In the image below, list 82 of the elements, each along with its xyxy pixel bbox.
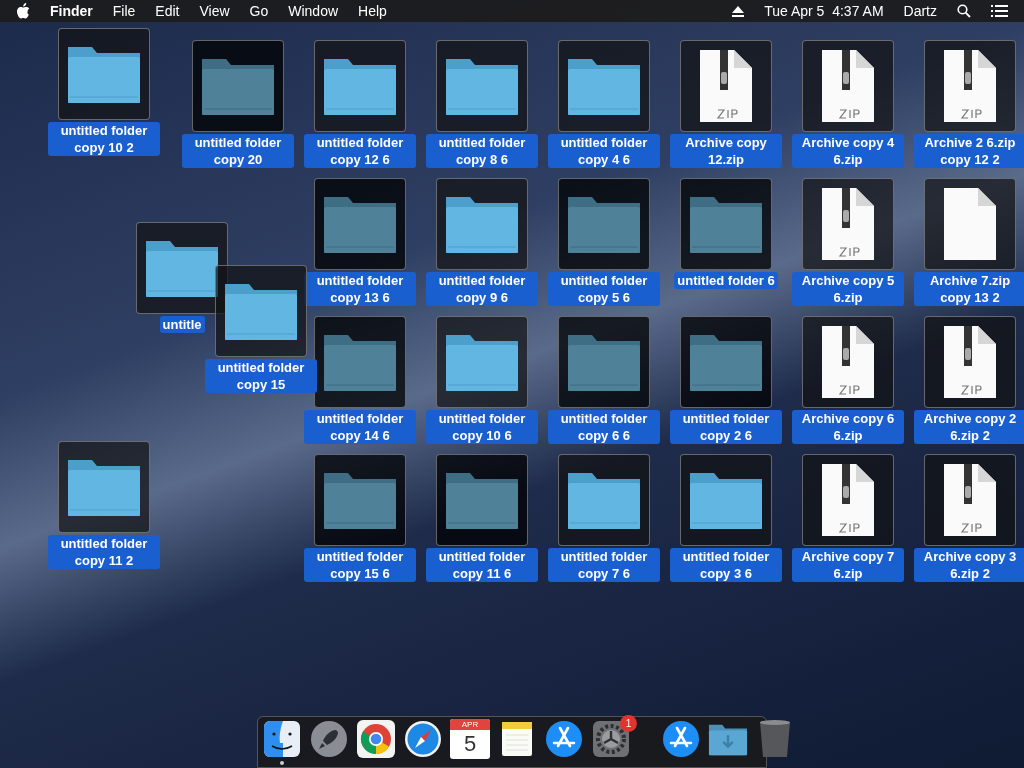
file-name-label[interactable]: untitled folder copy 11 6 xyxy=(426,548,538,582)
folder-icon[interactable] xyxy=(436,454,528,546)
folder-icon[interactable] xyxy=(314,454,406,546)
file-name-label[interactable]: untitled folder copy 2 6 xyxy=(670,410,782,444)
folder-icon[interactable] xyxy=(436,40,528,132)
eject-icon[interactable] xyxy=(732,5,745,17)
folder-icon[interactable] xyxy=(558,316,650,408)
menu-item[interactable]: Window xyxy=(288,0,339,22)
app-menu[interactable]: Finder xyxy=(50,0,93,22)
rocket-icon[interactable] xyxy=(309,719,349,759)
finder-icon[interactable] xyxy=(262,719,302,759)
folder-icon[interactable] xyxy=(558,40,650,132)
zip-file-icon[interactable] xyxy=(924,40,1016,132)
menu-item[interactable]: Edit xyxy=(155,0,180,22)
clock[interactable]: Tue Apr 5 4:37 AM xyxy=(764,0,884,22)
calendar-icon[interactable]: APR 5 xyxy=(450,719,490,759)
file-name-label[interactable]: untitled folder copy 3 6 xyxy=(670,548,782,582)
user-name[interactable]: Dartz xyxy=(903,0,937,22)
file-name-label[interactable]: Archive copy 12.zip xyxy=(670,134,782,168)
calendar-month: APR xyxy=(450,719,490,730)
file-name-label[interactable]: untitled folder copy 7 6 xyxy=(548,548,660,582)
menu-item[interactable]: Go xyxy=(249,0,269,22)
zip-file-icon[interactable] xyxy=(680,40,772,132)
file-name-label[interactable]: untitled folder copy 15 xyxy=(205,359,317,393)
apple-menu-icon[interactable] xyxy=(16,3,30,19)
folder-icon[interactable] xyxy=(314,40,406,132)
folder-icon[interactable] xyxy=(58,28,150,120)
menu-item[interactable]: Help xyxy=(358,0,387,22)
file-name-label[interactable]: Archive copy 6 6.zip xyxy=(792,410,904,444)
file-name-label[interactable]: untitled folder copy 13 6 xyxy=(304,272,416,306)
gear-icon[interactable] xyxy=(591,719,631,759)
folder-icon[interactable] xyxy=(136,222,228,314)
file-name-label[interactable]: untitled folder copy 5 6 xyxy=(548,272,660,306)
file-name-label[interactable]: untitled folder copy 9 6 xyxy=(426,272,538,306)
compass-icon[interactable] xyxy=(403,719,443,759)
file-name-label[interactable]: Archive copy 2 6.zip 2 xyxy=(914,410,1024,444)
file-name-label[interactable]: untitled folder copy 10 2 xyxy=(48,122,160,156)
menu-item[interactable]: View xyxy=(199,0,230,22)
zip-file-icon[interactable] xyxy=(802,40,894,132)
file-name-label[interactable]: untitled folder copy 14 6 xyxy=(304,410,416,444)
folder-icon[interactable] xyxy=(680,178,772,270)
zip-file-icon[interactable] xyxy=(802,454,894,546)
file-name-label[interactable]: untitled folder copy 12 6 xyxy=(304,134,416,168)
zip-file-icon[interactable] xyxy=(924,454,1016,546)
file-name-label[interactable]: untitle xyxy=(159,316,205,333)
menu-item[interactable]: File xyxy=(112,0,136,22)
app-store-icon[interactable] xyxy=(544,719,584,759)
file-name-label[interactable]: untitled folder 6 xyxy=(674,272,778,289)
chrome-icon[interactable] xyxy=(356,719,396,759)
file-name-label[interactable]: untitled folder copy 20 xyxy=(182,134,294,168)
file-name-label[interactable]: Archive copy 5 6.zip xyxy=(792,272,904,306)
folder-icon[interactable] xyxy=(558,178,650,270)
folder-icon[interactable] xyxy=(436,316,528,408)
folder-icon[interactable] xyxy=(558,454,650,546)
file-name-label[interactable]: untitled folder copy 8 6 xyxy=(426,134,538,168)
folder-icon[interactable] xyxy=(314,178,406,270)
file-name-label[interactable]: untitled folder copy 4 6 xyxy=(548,134,660,168)
app-store-icon[interactable] xyxy=(661,719,701,759)
folder-icon[interactable] xyxy=(680,454,772,546)
file-name-label[interactable]: Archive copy 3 6.zip 2 xyxy=(914,548,1024,582)
file-name-label[interactable]: untitled folder copy 6 6 xyxy=(548,410,660,444)
file-name-label[interactable]: untitled folder copy 11 2 xyxy=(48,535,160,569)
menu-list-icon[interactable] xyxy=(991,5,1008,17)
folder-icon[interactable] xyxy=(680,316,772,408)
folder-icon[interactable] xyxy=(436,178,528,270)
search-icon[interactable] xyxy=(957,4,971,18)
file-name-label[interactable]: Archive copy 7 6.zip xyxy=(792,548,904,582)
file-name-label[interactable]: Archive 7.zip copy 13 2 xyxy=(914,272,1024,306)
zip-file-icon[interactable] xyxy=(802,316,894,408)
document-icon[interactable] xyxy=(924,178,1016,270)
calendar-day: 5 xyxy=(463,730,477,758)
zip-file-icon[interactable] xyxy=(924,316,1016,408)
folder-icon[interactable] xyxy=(215,265,307,357)
file-name-label[interactable]: untitled folder copy 15 6 xyxy=(304,548,416,582)
folder-icon[interactable] xyxy=(58,441,150,533)
file-name-label[interactable]: Archive 2 6.zip copy 12 2 xyxy=(914,134,1024,168)
file-name-label[interactable]: untitled folder copy 10 6 xyxy=(426,410,538,444)
notification-badge: 1 xyxy=(620,715,637,732)
folder-icon[interactable] xyxy=(314,316,406,408)
folder-icon[interactable] xyxy=(192,40,284,132)
zip-file-icon[interactable] xyxy=(802,178,894,270)
file-name-label[interactable]: Archive copy 4 6.zip xyxy=(792,134,904,168)
